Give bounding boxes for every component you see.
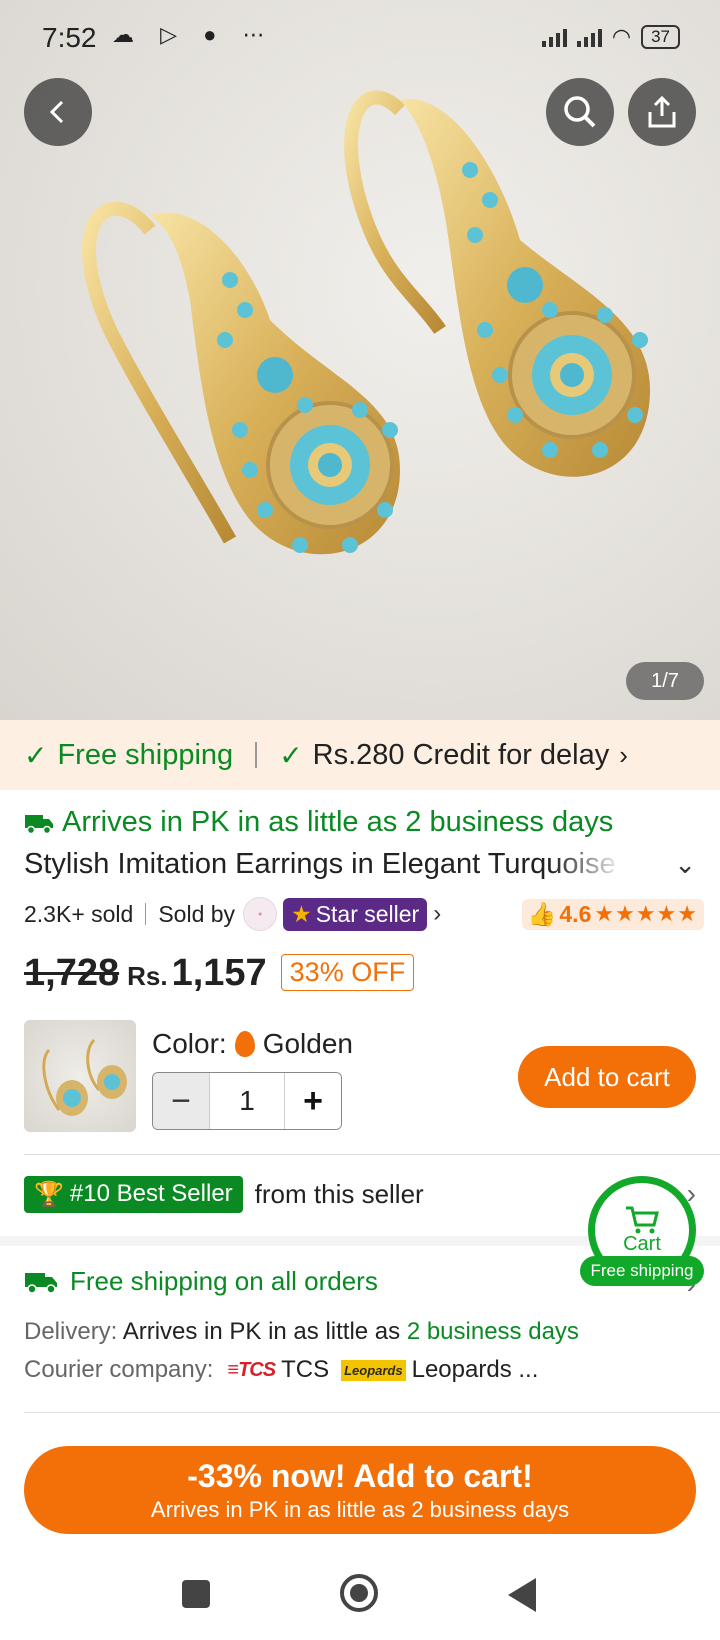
rating-stars: ★★★★★ xyxy=(594,901,698,926)
leopards-logo-icon: Leopards xyxy=(341,1359,406,1381)
delivery-label: Delivery: xyxy=(24,1318,118,1345)
cart-label: Cart xyxy=(623,1232,661,1255)
share-icon xyxy=(648,95,676,128)
star-icon: ★ xyxy=(291,900,312,927)
image-counter: 1/7 xyxy=(626,662,704,700)
cart-free-shipping-badge: Free shipping xyxy=(580,1256,704,1286)
seller-logo[interactable]: ● xyxy=(243,897,278,931)
share-button[interactable] xyxy=(628,78,696,146)
currency: Rs. xyxy=(127,961,168,991)
sold-by-label: Sold by xyxy=(158,900,236,927)
back-button[interactable] xyxy=(24,78,92,146)
free-shipping-label: Free shipping xyxy=(57,738,234,771)
battery-icon: 37 xyxy=(641,25,680,49)
cart-icon xyxy=(626,1206,659,1233)
thumbs-up-icon: 👍 xyxy=(527,900,557,927)
wifi-icon: ◠ xyxy=(611,24,632,49)
variant-selector: Color: Golden − 1 + Add to cart xyxy=(24,1020,696,1132)
best-seller-text: from this seller xyxy=(254,1178,424,1209)
courier-label: Courier company: xyxy=(24,1356,214,1383)
increment-button[interactable]: + xyxy=(285,1073,341,1129)
cta-subtitle: Arrives in PK in as little as 2 business… xyxy=(150,1496,570,1522)
free-shipping-all-label: Free shipping on all orders xyxy=(70,1266,378,1296)
system-back-button[interactable] xyxy=(508,1578,536,1612)
delivery-highlight: 2 business days xyxy=(406,1318,579,1345)
price-row: 1,728 Rs. 1,157 33% OFF xyxy=(24,952,415,995)
product-image[interactable]: 7:52 ☁ ▷ ● ⋯ ◠ 37 1/7 xyxy=(0,0,720,720)
courier-leopards: Leopards ... xyxy=(411,1356,539,1383)
star-seller-label: Star seller xyxy=(315,900,420,927)
discount-badge: 33% OFF xyxy=(280,954,415,991)
credit-item[interactable]: ✓ Rs.280 Credit for delay › xyxy=(279,739,628,772)
sale-price: 1,157 xyxy=(171,952,267,994)
check-icon: ✓ xyxy=(279,739,303,771)
add-to-cart-cta[interactable]: -33% now! Add to cart! Arrives in PK in … xyxy=(24,1446,696,1534)
quantity-value[interactable]: 1 xyxy=(209,1073,285,1129)
chevron-right-icon: › xyxy=(619,739,628,770)
tcs-logo-icon: ≡TCS xyxy=(227,1358,276,1381)
star-seller-badge[interactable]: ★ Star seller xyxy=(283,897,428,931)
divider xyxy=(24,1412,720,1413)
credit-label: Rs.280 Credit for delay xyxy=(312,738,610,771)
cta-title: -33% now! Add to cart! xyxy=(187,1457,533,1494)
fire-icon xyxy=(234,1031,255,1057)
rating-value: 4.6 xyxy=(559,900,592,927)
check-icon: ✓ xyxy=(24,739,48,771)
free-shipping-all-orders[interactable]: Free shipping on all orders xyxy=(24,1266,378,1297)
recents-button[interactable] xyxy=(182,1580,210,1608)
truck-icon xyxy=(25,1272,57,1294)
product-title: Stylish Imitation Earrings in Elegant Tu… xyxy=(24,848,616,880)
status-bar: 7:52 ☁ ▷ ● ⋯ ◠ 37 xyxy=(0,0,720,76)
color-line: Color: Golden xyxy=(152,1028,353,1060)
variant-thumbnail[interactable] xyxy=(24,1020,136,1132)
arrival-text: Arrives in PK in as little as 2 business… xyxy=(62,806,614,838)
decrement-button[interactable]: − xyxy=(153,1073,209,1129)
trophy-icon: 🏆 xyxy=(34,1180,64,1208)
system-nav-bar xyxy=(0,1560,720,1640)
free-shipping-item: ✓ Free shipping xyxy=(24,739,233,772)
original-price: 1,728 xyxy=(24,952,120,994)
courier-tcs: TCS xyxy=(281,1356,330,1383)
notification-icons: ☁ ▷ ● ⋯ xyxy=(112,22,275,47)
search-icon xyxy=(564,96,596,128)
delivery-text: Arrives in PK in as little as xyxy=(122,1318,401,1345)
divider xyxy=(24,1154,720,1155)
product-meta: 2.3K+ sold Sold by ● ★ Star seller › 👍 4… xyxy=(24,894,704,934)
add-to-cart-button[interactable]: Add to cart xyxy=(518,1046,696,1108)
divider xyxy=(255,742,258,768)
chevron-down-icon[interactable]: ⌄ xyxy=(674,849,696,880)
color-value: Golden xyxy=(262,1028,353,1059)
color-label: Color: xyxy=(152,1028,227,1059)
sold-count: 2.3K+ sold xyxy=(24,900,134,927)
home-button[interactable] xyxy=(340,1574,378,1612)
chevron-right-icon[interactable]: › xyxy=(433,900,441,928)
best-seller-badge: 🏆 #10 Best Seller xyxy=(24,1175,243,1213)
shipping-banner[interactable]: ✓ Free shipping ✓ Rs.280 Credit for dela… xyxy=(0,720,720,790)
delivery-info: Delivery: Arrives in PK in as little as … xyxy=(24,1318,579,1346)
courier-info: Courier company: ≡TCS TCS Leopards Leopa… xyxy=(24,1356,538,1384)
arrival-info: Arrives in PK in as little as 2 business… xyxy=(24,806,613,839)
signal-icon-2 xyxy=(576,27,602,47)
truck-icon xyxy=(25,814,53,834)
best-seller-label: #10 Best Seller xyxy=(69,1180,233,1207)
chevron-left-icon xyxy=(49,100,64,124)
signal-icon xyxy=(541,27,567,47)
thumbnail-earrings xyxy=(42,1038,127,1116)
divider xyxy=(145,903,147,925)
best-seller-row[interactable]: 🏆 #10 Best Seller from this seller xyxy=(24,1174,424,1214)
rating-badge[interactable]: 👍 4.6 ★★★★★ xyxy=(521,898,704,930)
search-button[interactable] xyxy=(546,78,614,146)
quantity-stepper: − 1 + xyxy=(152,1072,342,1130)
status-time: 7:52 xyxy=(42,22,97,53)
product-title-row[interactable]: Stylish Imitation Earrings in Elegant Tu… xyxy=(24,848,696,881)
